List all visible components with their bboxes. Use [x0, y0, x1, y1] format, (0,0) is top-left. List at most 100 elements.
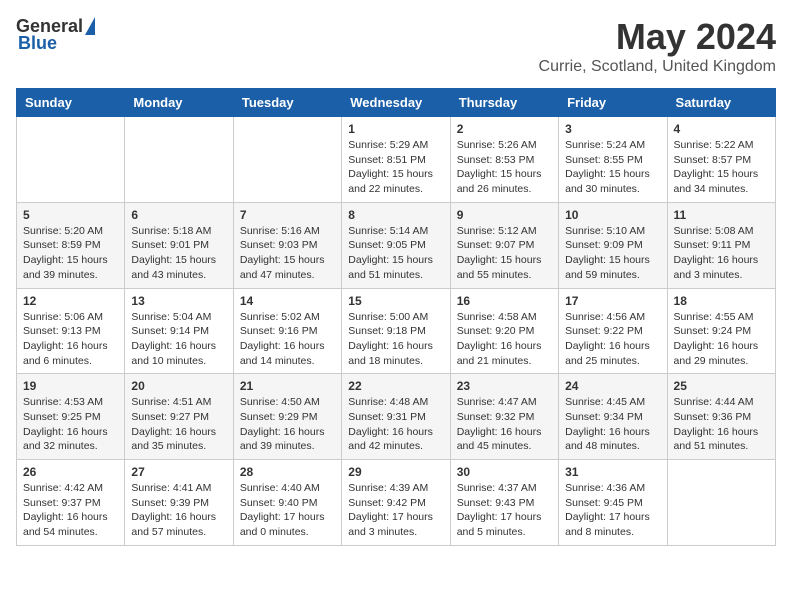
- calendar-cell: 27Sunrise: 4:41 AM Sunset: 9:39 PM Dayli…: [125, 460, 233, 546]
- day-info: Sunrise: 4:42 AM Sunset: 9:37 PM Dayligh…: [23, 481, 118, 540]
- day-number: 30: [457, 465, 552, 479]
- calendar-cell: 6 Sunrise: 5:18 AM Sunset: 9:01 PM Daylig…: [125, 202, 233, 288]
- col-header-saturday: Saturday: [667, 89, 775, 117]
- day-info: Sunrise: 5:26 AM Sunset: 8:53 PM Dayligh…: [457, 138, 552, 197]
- col-header-friday: Friday: [559, 89, 667, 117]
- calendar-cell: 20 Sunrise: 4:51 AM Sunset: 9:27 PM Dayli…: [125, 374, 233, 460]
- calendar-header-row: SundayMondayTuesdayWednesdayThursdayFrid…: [17, 89, 776, 117]
- calendar-cell: 21 Sunrise: 4:50 AM Sunset: 9:29 PM Dayli…: [233, 374, 341, 460]
- day-info: Sunrise: 5:29 AM Sunset: 8:51 PM Dayligh…: [348, 138, 443, 197]
- calendar-cell: 3 Sunrise: 5:24 AM Sunset: 8:55 PM Daylig…: [559, 117, 667, 203]
- page-header: General Blue May 2024 Currie, Scotland, …: [16, 16, 776, 76]
- calendar-cell: 10Sunrise: 5:10 AM Sunset: 9:09 PM Dayli…: [559, 202, 667, 288]
- calendar-cell: 9 Sunrise: 5:12 AM Sunset: 9:07 PM Daylig…: [450, 202, 558, 288]
- day-number: 29: [348, 465, 443, 479]
- calendar-cell: 4 Sunrise: 5:22 AM Sunset: 8:57 PM Daylig…: [667, 117, 775, 203]
- calendar-cell: [233, 117, 341, 203]
- calendar-cell: 1 Sunrise: 5:29 AM Sunset: 8:51 PM Daylig…: [342, 117, 450, 203]
- calendar-cell: 18 Sunrise: 4:55 AM Sunset: 9:24 PM Dayli…: [667, 288, 775, 374]
- calendar-week-row: 1 Sunrise: 5:29 AM Sunset: 8:51 PM Daylig…: [17, 117, 776, 203]
- day-info: Sunrise: 5:22 AM Sunset: 8:57 PM Dayligh…: [674, 138, 769, 197]
- col-header-wednesday: Wednesday: [342, 89, 450, 117]
- day-number: 21: [240, 379, 335, 393]
- day-info: Sunrise: 5:24 AM Sunset: 8:55 PM Dayligh…: [565, 138, 660, 197]
- calendar-cell: [667, 460, 775, 546]
- day-info: Sunrise: 4:44 AM Sunset: 9:36 PM Dayligh…: [674, 395, 769, 454]
- day-number: 4: [674, 122, 769, 136]
- calendar-cell: 26 Sunrise: 4:42 AM Sunset: 9:37 PM Dayli…: [17, 460, 125, 546]
- day-info: Sunrise: 5:18 AM Sunset: 9:01 PM Dayligh…: [131, 224, 226, 283]
- calendar-cell: 5 Sunrise: 5:20 AM Sunset: 8:59 PM Daylig…: [17, 202, 125, 288]
- day-number: 28: [240, 465, 335, 479]
- day-number: 8: [348, 208, 443, 222]
- day-info: Sunrise: 5:00 AM Sunset: 9:18 PM Dayligh…: [348, 310, 443, 369]
- calendar-cell: 23 Sunrise: 4:47 AM Sunset: 9:32 PM Dayli…: [450, 374, 558, 460]
- day-info: Sunrise: 5:06 AM Sunset: 9:13 PM Dayligh…: [23, 310, 118, 369]
- day-number: 13: [131, 294, 226, 308]
- calendar-cell: 15 Sunrise: 5:00 AM Sunset: 9:18 PM Dayli…: [342, 288, 450, 374]
- calendar-cell: [125, 117, 233, 203]
- day-info: Sunrise: 5:20 AM Sunset: 8:59 PM Dayligh…: [23, 224, 118, 283]
- calendar-cell: 17Sunrise: 4:56 AM Sunset: 9:22 PM Dayli…: [559, 288, 667, 374]
- day-info: Sunrise: 5:02 AM Sunset: 9:16 PM Dayligh…: [240, 310, 335, 369]
- day-info: Sunrise: 5:16 AM Sunset: 9:03 PM Dayligh…: [240, 224, 335, 283]
- calendar-cell: 30 Sunrise: 4:37 AM Sunset: 9:43 PM Dayli…: [450, 460, 558, 546]
- day-number: 23: [457, 379, 552, 393]
- day-info: Sunrise: 5:14 AM Sunset: 9:05 PM Dayligh…: [348, 224, 443, 283]
- day-number: 16: [457, 294, 552, 308]
- day-number: 9: [457, 208, 552, 222]
- logo: General Blue: [16, 16, 95, 54]
- calendar-cell: 13Sunrise: 5:04 AM Sunset: 9:14 PM Dayli…: [125, 288, 233, 374]
- day-info: Sunrise: 4:51 AM Sunset: 9:27 PM Dayligh…: [131, 395, 226, 454]
- day-number: 26: [23, 465, 118, 479]
- day-info: Sunrise: 4:58 AM Sunset: 9:20 PM Dayligh…: [457, 310, 552, 369]
- day-info: Sunrise: 4:39 AM Sunset: 9:42 PM Dayligh…: [348, 481, 443, 540]
- calendar-week-row: 5 Sunrise: 5:20 AM Sunset: 8:59 PM Daylig…: [17, 202, 776, 288]
- day-number: 1: [348, 122, 443, 136]
- calendar-cell: [17, 117, 125, 203]
- day-number: 11: [674, 208, 769, 222]
- day-info: Sunrise: 4:40 AM Sunset: 9:40 PM Dayligh…: [240, 481, 335, 540]
- day-number: 18: [674, 294, 769, 308]
- day-number: 27: [131, 465, 226, 479]
- title-block: May 2024 Currie, Scotland, United Kingdo…: [539, 16, 776, 76]
- day-number: 22: [348, 379, 443, 393]
- calendar-cell: 29 Sunrise: 4:39 AM Sunset: 9:42 PM Dayli…: [342, 460, 450, 546]
- logo-blue-text: Blue: [18, 33, 57, 54]
- day-info: Sunrise: 4:53 AM Sunset: 9:25 PM Dayligh…: [23, 395, 118, 454]
- day-number: 14: [240, 294, 335, 308]
- day-number: 5: [23, 208, 118, 222]
- calendar-table: SundayMondayTuesdayWednesdayThursdayFrid…: [16, 88, 776, 546]
- col-header-sunday: Sunday: [17, 89, 125, 117]
- day-info: Sunrise: 5:12 AM Sunset: 9:07 PM Dayligh…: [457, 224, 552, 283]
- day-number: 2: [457, 122, 552, 136]
- col-header-tuesday: Tuesday: [233, 89, 341, 117]
- day-number: 31: [565, 465, 660, 479]
- day-number: 17: [565, 294, 660, 308]
- calendar-cell: 2 Sunrise: 5:26 AM Sunset: 8:53 PM Daylig…: [450, 117, 558, 203]
- calendar-cell: 19 Sunrise: 4:53 AM Sunset: 9:25 PM Dayli…: [17, 374, 125, 460]
- calendar-week-row: 19 Sunrise: 4:53 AM Sunset: 9:25 PM Dayli…: [17, 374, 776, 460]
- calendar-week-row: 26 Sunrise: 4:42 AM Sunset: 9:37 PM Dayli…: [17, 460, 776, 546]
- col-header-monday: Monday: [125, 89, 233, 117]
- day-info: Sunrise: 5:08 AM Sunset: 9:11 PM Dayligh…: [674, 224, 769, 283]
- day-info: Sunrise: 4:47 AM Sunset: 9:32 PM Dayligh…: [457, 395, 552, 454]
- day-number: 19: [23, 379, 118, 393]
- day-number: 7: [240, 208, 335, 222]
- day-number: 25: [674, 379, 769, 393]
- day-number: 6: [131, 208, 226, 222]
- day-info: Sunrise: 4:48 AM Sunset: 9:31 PM Dayligh…: [348, 395, 443, 454]
- day-number: 24: [565, 379, 660, 393]
- day-info: Sunrise: 4:36 AM Sunset: 9:45 PM Dayligh…: [565, 481, 660, 540]
- calendar-cell: 8 Sunrise: 5:14 AM Sunset: 9:05 PM Daylig…: [342, 202, 450, 288]
- day-number: 20: [131, 379, 226, 393]
- day-number: 3: [565, 122, 660, 136]
- calendar-cell: 7 Sunrise: 5:16 AM Sunset: 9:03 PM Daylig…: [233, 202, 341, 288]
- day-number: 12: [23, 294, 118, 308]
- day-info: Sunrise: 4:37 AM Sunset: 9:43 PM Dayligh…: [457, 481, 552, 540]
- day-info: Sunrise: 4:50 AM Sunset: 9:29 PM Dayligh…: [240, 395, 335, 454]
- day-number: 15: [348, 294, 443, 308]
- day-info: Sunrise: 4:55 AM Sunset: 9:24 PM Dayligh…: [674, 310, 769, 369]
- day-info: Sunrise: 5:10 AM Sunset: 9:09 PM Dayligh…: [565, 224, 660, 283]
- calendar-cell: 14 Sunrise: 5:02 AM Sunset: 9:16 PM Dayli…: [233, 288, 341, 374]
